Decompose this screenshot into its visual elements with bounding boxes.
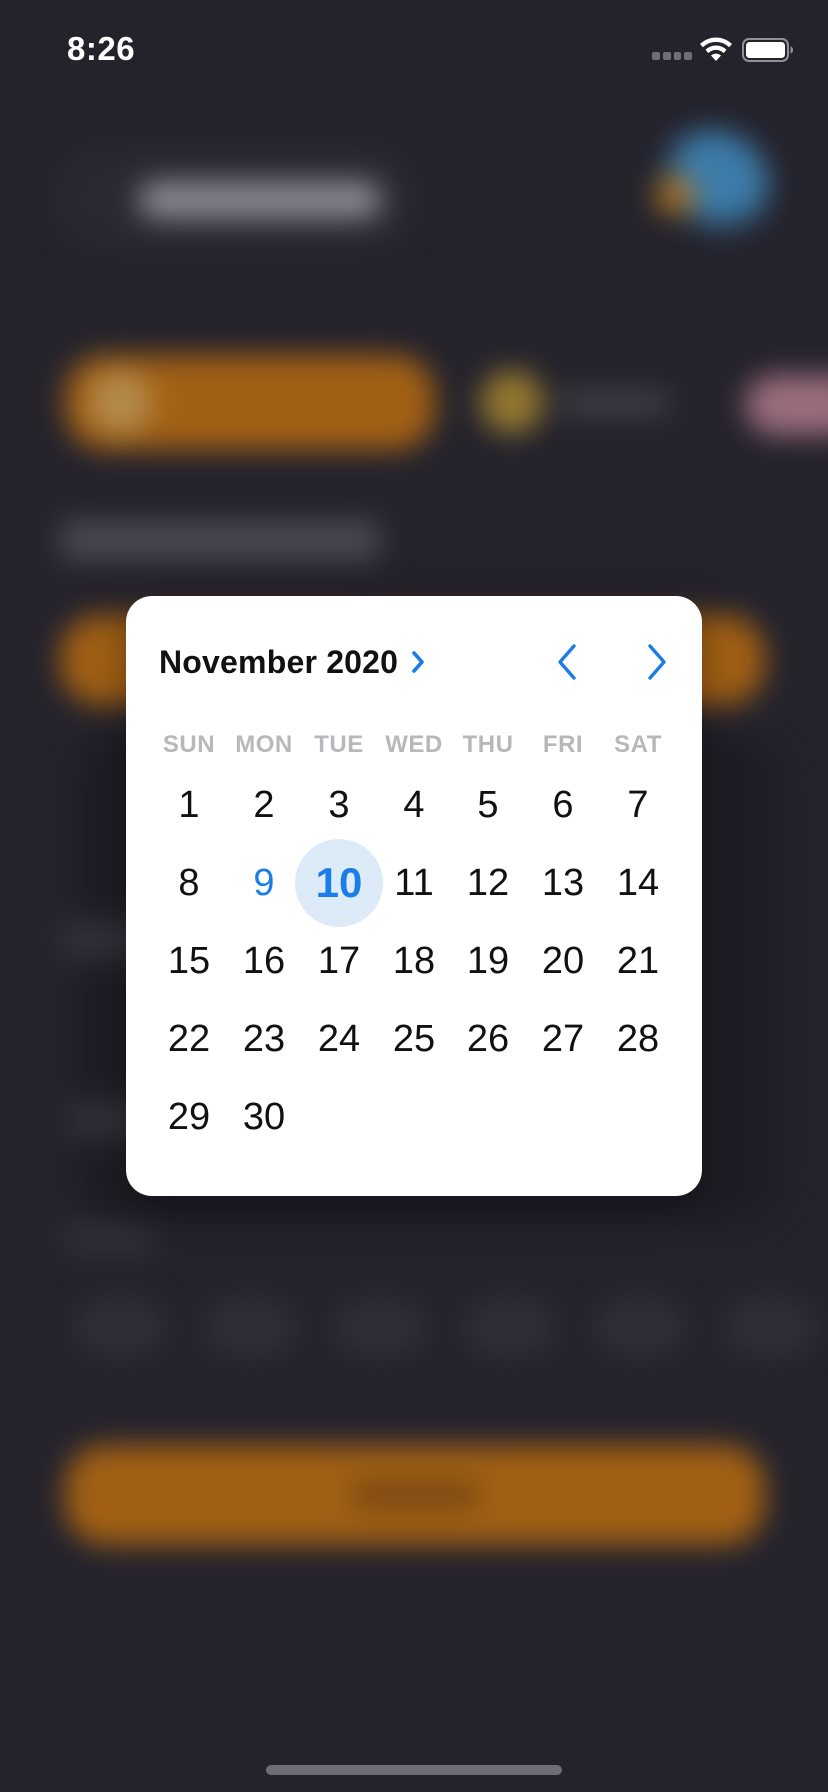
date-picker-popup: November 2020 SUN MON TUE WED THU FRI SAT 1234… (126, 596, 702, 1196)
next-month-button[interactable] (636, 638, 676, 686)
previous-month-button[interactable] (548, 638, 588, 686)
weekday-label-sat: SAT (614, 731, 662, 758)
status-time: 8:26 (67, 30, 136, 67)
day-cell[interactable]: 7 (594, 761, 682, 849)
weekday-header-row: SUN MON TUE WED THU FRI SAT (126, 731, 702, 761)
day-cell[interactable]: 28 (594, 995, 682, 1083)
home-indicator[interactable] (266, 1765, 562, 1775)
weekday-label-sun: SUN (162, 731, 216, 758)
day-cell[interactable]: 21 (594, 917, 682, 1005)
status-bar: 8:26 (0, 0, 828, 100)
chevron-left-icon (558, 644, 576, 680)
chevron-right-icon[interactable] (408, 647, 428, 677)
day-cell[interactable]: 30 (220, 1073, 308, 1161)
day-cell[interactable]: 14 (594, 839, 682, 927)
cellular-signal-icon (652, 52, 692, 61)
wifi-icon (700, 37, 732, 61)
month-year-title[interactable]: November 2020 (159, 644, 398, 681)
weekday-label-wed: WED (385, 731, 443, 758)
battery-full-icon (742, 38, 793, 62)
weekday-label-tue: TUE (314, 731, 364, 758)
month-year-selector[interactable]: November 2020 (159, 641, 428, 683)
weekday-label-fri: FRI (542, 731, 584, 758)
weekday-label-thu: THU (462, 731, 514, 758)
chevron-right-icon (648, 644, 666, 680)
weekday-label-mon: MON (235, 731, 293, 758)
